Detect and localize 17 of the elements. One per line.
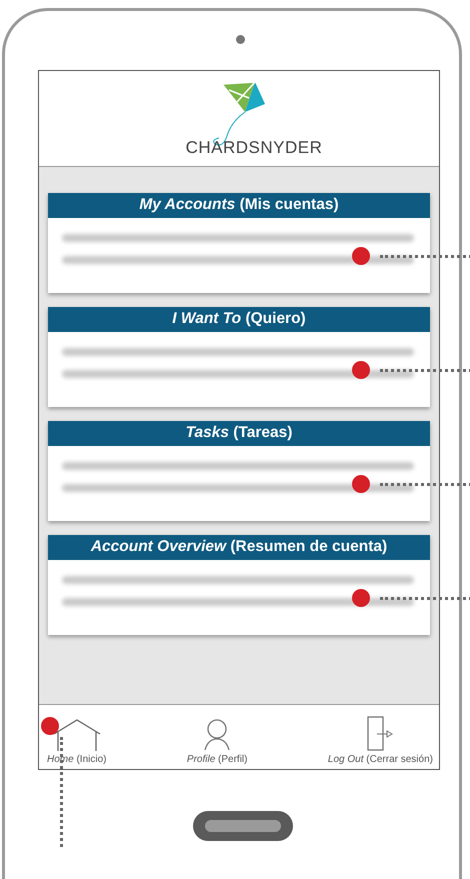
- person-icon: [202, 718, 232, 752]
- annotation-dot: [352, 361, 370, 379]
- annotation-dot: [41, 717, 59, 735]
- camera-icon: [236, 35, 245, 44]
- card-title: I Want To (Quiero): [48, 307, 430, 332]
- card-title: My Accounts (Mis cuentas): [48, 193, 430, 218]
- card-title: Tasks (Tareas): [48, 421, 430, 446]
- logo-text: CHARDSNYDER: [186, 138, 322, 158]
- annotation-dot: [352, 475, 370, 493]
- home-button[interactable]: [193, 811, 293, 841]
- card-title: Account Overview (Resumen de cuenta): [48, 535, 430, 560]
- house-icon: [52, 718, 102, 752]
- nav-item[interactable]: Home (Inicio): [47, 718, 106, 765]
- annotation-dot: [352, 247, 370, 265]
- nav-item[interactable]: Log Out (Cerrar sesión): [328, 716, 433, 765]
- nav-item[interactable]: Profile (Perfil): [186, 718, 248, 765]
- annotation-dot: [352, 589, 370, 607]
